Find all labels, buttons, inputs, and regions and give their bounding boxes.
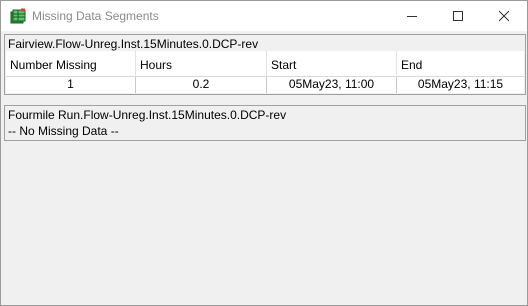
- table-header: Number Missing Hours Start End: [6, 51, 524, 77]
- spreadsheet-app-icon: [10, 8, 26, 24]
- cell-start[interactable]: 05May23, 11:00: [267, 77, 397, 93]
- minimize-button[interactable]: [389, 1, 435, 31]
- missing-data-table: Number Missing Hours Start End 1 0.2 05M…: [6, 51, 524, 93]
- cell-number-missing[interactable]: 1: [6, 77, 136, 93]
- maximize-button[interactable]: [435, 1, 481, 31]
- minimize-icon: [407, 16, 417, 17]
- segment-panel-fourmile-run: Fourmile Run.Flow-Unreg.Inst.15Minutes.0…: [4, 105, 526, 141]
- cell-hours[interactable]: 0.2: [136, 77, 267, 93]
- segment-title: Fourmile Run.Flow-Unreg.Inst.15Minutes.0…: [8, 108, 287, 122]
- window-title: Missing Data Segments: [32, 9, 159, 23]
- close-button[interactable]: [481, 1, 527, 31]
- column-header-number-missing[interactable]: Number Missing: [6, 51, 136, 76]
- title-bar[interactable]: Missing Data Segments: [1, 1, 527, 31]
- segment-title: Fairview.Flow-Unreg.Inst.15Minutes.0.DCP…: [8, 37, 259, 51]
- table-row[interactable]: 1 0.2 05May23, 11:00 05May23, 11:15: [6, 77, 524, 93]
- close-icon: [499, 11, 509, 21]
- maximize-icon: [453, 11, 463, 21]
- column-header-start[interactable]: Start: [267, 51, 397, 76]
- column-header-end[interactable]: End: [397, 51, 524, 76]
- cell-end[interactable]: 05May23, 11:15: [397, 77, 524, 93]
- missing-data-window: Missing Data Segments Fairview.Flow-Unre…: [0, 0, 528, 306]
- column-header-hours[interactable]: Hours: [136, 51, 267, 76]
- no-missing-data-label: -- No Missing Data --: [8, 124, 119, 138]
- segment-panel-fairview: Fairview.Flow-Unreg.Inst.15Minutes.0.DCP…: [4, 34, 526, 95]
